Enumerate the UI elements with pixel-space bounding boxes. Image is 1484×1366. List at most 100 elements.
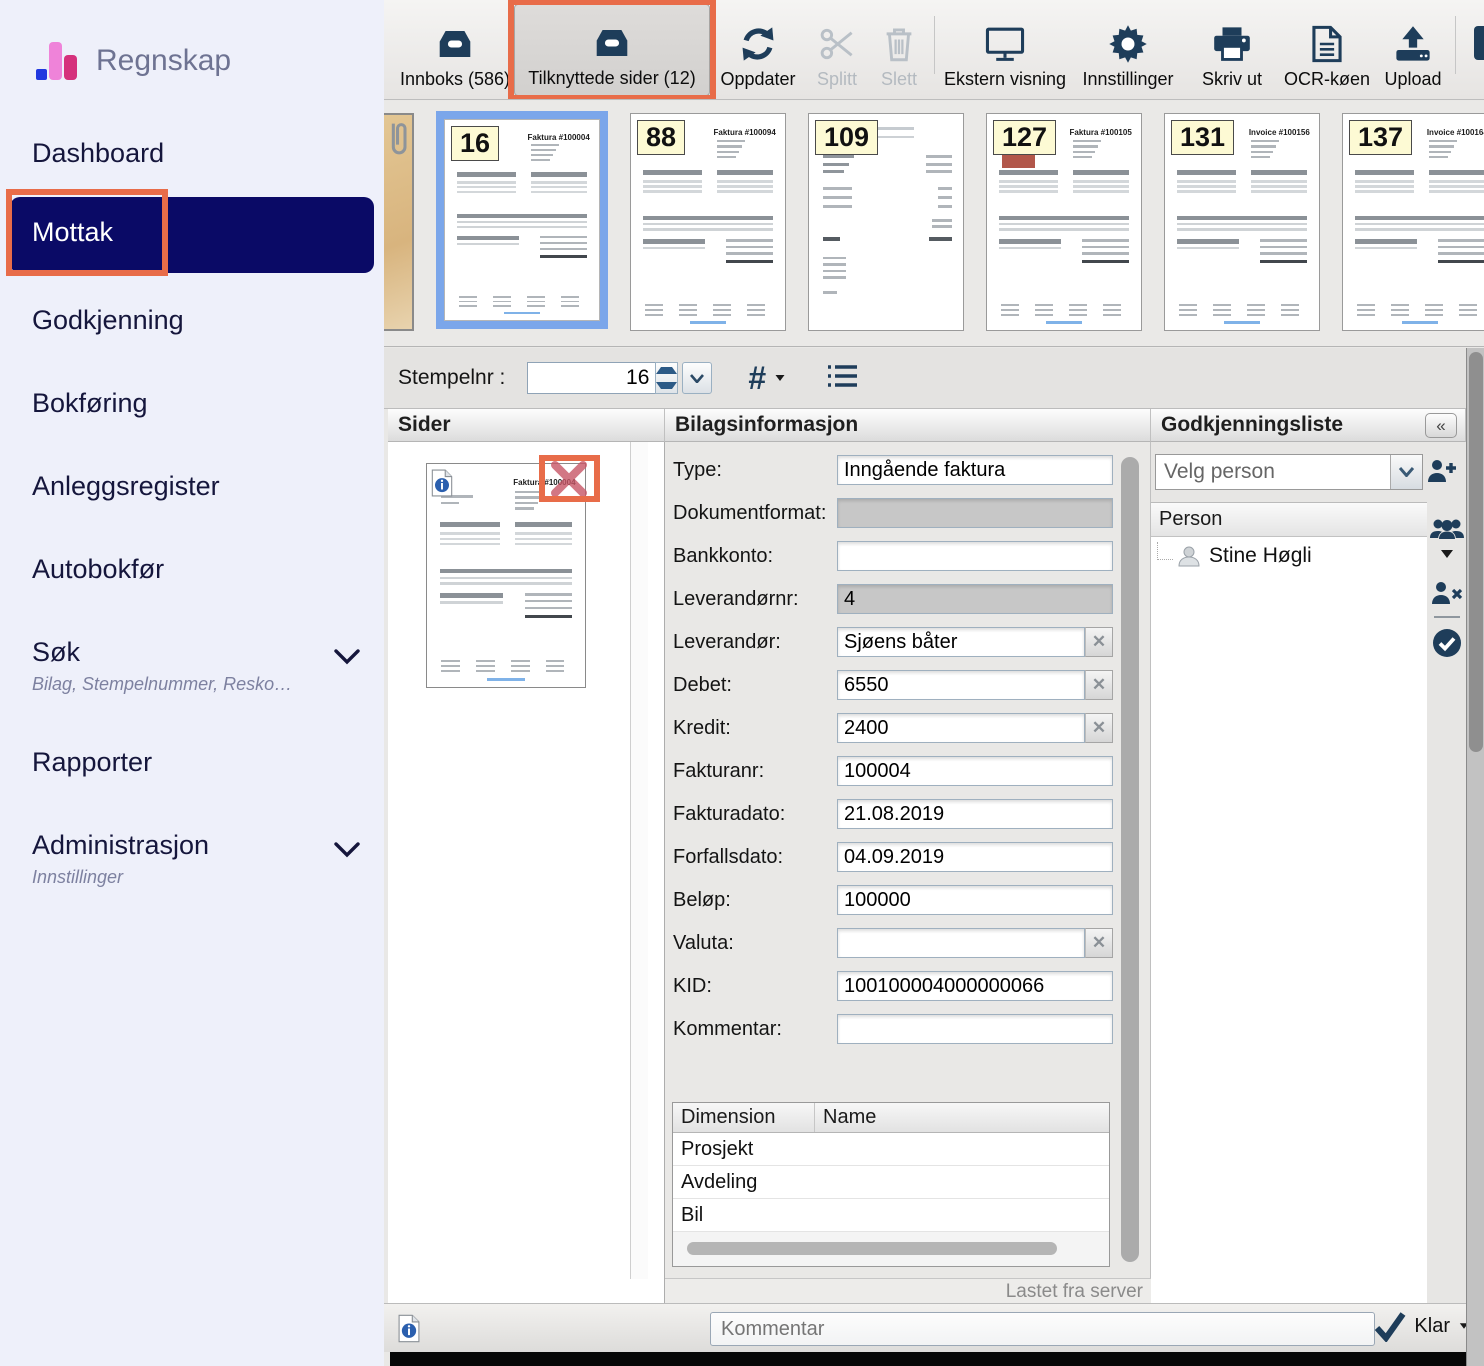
invoice-title: Faktura #100094 [714,128,776,137]
field-input-kid[interactable] [837,971,1113,1001]
toolbar-button-innstillinger[interactable]: Innstillinger [1071,4,1185,96]
toolbar-button-tilknyttede-sider-12[interactable]: Tilknyttede sider (12) [514,4,710,96]
person-list-item[interactable]: Stine Høgli [1151,537,1427,575]
dimension-row-prosjekt[interactable]: Prosjekt [673,1133,1109,1166]
clear-field-button[interactable]: ✕ [1085,713,1113,743]
info-page-icon [398,1314,420,1343]
toolbar-button-skriv-ut[interactable]: Skriv ut [1185,4,1279,96]
field-input-leverandr[interactable] [837,627,1085,657]
toolbar-button-innboks-586[interactable]: Innboks (586) [396,4,514,96]
toolbar-button-slett[interactable]: Slett [868,4,930,96]
chevron-down-icon [690,374,704,383]
field-input-kommentar[interactable] [837,1014,1113,1044]
invoice-title: Invoice #100156 [1249,128,1310,137]
selected-thumbnail-frame: 16Faktura #100004 [436,111,608,329]
document-thumbnail-137[interactable]: 137Invoice #100164 [1342,113,1484,331]
select-person-dropdown[interactable]: Velg person [1155,454,1423,490]
remove-person-button[interactable] [1431,580,1463,606]
dimension-column-header: Dimension [673,1103,815,1132]
delete-cross-icon[interactable] [547,459,591,499]
sider-scrollbar[interactable] [630,442,648,1279]
stamp-dropdown-button[interactable] [682,362,712,394]
dropdown-button[interactable] [1390,455,1422,489]
document-thumbnail-photo[interactable] [384,113,414,331]
clear-field-button[interactable]: ✕ [1085,670,1113,700]
sidebar-item-dashboard[interactable]: Dashboard [32,138,164,169]
field-label: Bankkonto: [673,545,837,568]
toolbar-divider [1455,16,1456,74]
field-input-kredit[interactable] [837,713,1085,743]
person-add-icon [1426,458,1458,484]
form-row: Leverandør:✕ [673,627,1113,657]
add-person-button[interactable] [1426,458,1458,484]
toolbar: Innboks (586)Tilknyttede sider (12)Oppda… [384,0,1484,100]
document-thumbnail-109[interactable]: 109 [808,113,964,331]
dimension-row-bil[interactable]: Bil [673,1199,1109,1232]
collapse-panel-button[interactable]: « [1425,413,1457,438]
bilagsinfo-panel-title: Bilagsinformasjon [675,413,858,437]
field-input-debet[interactable] [837,670,1085,700]
toolbar-button-ekstern-visning[interactable]: Ekstern visning [939,4,1071,96]
clear-field-button[interactable]: ✕ [1085,627,1113,657]
partial-toolbar-icon[interactable] [1474,26,1484,60]
sidebar-item-autobokfr[interactable]: Autobokfør [32,554,164,585]
form-row: Type: [673,455,1113,485]
dimension-table-footer [673,1232,1109,1266]
document-thumbnail-16[interactable]: 16Faktura #100004 [444,119,600,321]
hash-icon: # [748,360,766,397]
sidebar-item-godkjenning[interactable]: Godkjenning [32,305,184,336]
toolbar-button-label: OCR-køen [1284,69,1370,90]
document-thumbnail-88[interactable]: 88Faktura #100094 [630,113,786,331]
toolbar-button-oppdater[interactable]: Oppdater [710,4,806,96]
field-input-fakturanr[interactable] [837,756,1113,786]
comment-input[interactable] [710,1312,1375,1346]
field-input-fakturadato[interactable] [837,799,1113,829]
form-row: Bankkonto: [673,541,1113,571]
toolbar-button-label: Innboks (586) [400,69,510,90]
approve-button[interactable] [1432,628,1462,658]
chevron-down-icon [1399,467,1414,477]
checkmark-icon [1374,1310,1406,1342]
form-row: Fakturanr: [673,756,1113,786]
toolbar-button-ocr-k-en[interactable]: OCR-køen [1279,4,1375,96]
stepper-down-button[interactable] [656,378,677,393]
list-view-button[interactable] [826,363,858,394]
group-dropdown-caret[interactable] [1441,550,1453,558]
form-row: Dokumentformat: [673,498,1113,528]
toolbar-button-splitt[interactable]: Splitt [806,4,868,96]
monitor-icon [985,19,1025,69]
sidebar-item-mottak[interactable]: Mottak [10,197,374,273]
field-input-bankkonto[interactable] [837,541,1113,571]
sidebar-item-sk[interactable]: Søk [32,637,80,668]
document-thumbnail-131[interactable]: 131 Invoice #100156 [1164,113,1320,331]
clear-field-button[interactable]: ✕ [1085,928,1113,958]
sider-panel-header: Sider [388,409,665,442]
dimension-table-header: DimensionName [673,1103,1109,1133]
ready-button[interactable]: Klar [1374,1310,1470,1342]
sidebar-item-rapporter[interactable]: Rapporter [32,747,152,778]
field-input-valuta[interactable] [837,928,1085,958]
toolbar-button-upload[interactable]: Upload [1375,4,1451,96]
stamp-number-input[interactable] [527,362,655,394]
chevron-down-icon[interactable] [334,649,360,665]
add-group-button[interactable] [1430,516,1464,542]
sidebar-item-anleggsregister[interactable]: Anleggsregister [32,471,220,502]
window-scrollbar[interactable] [1466,348,1484,1366]
field-label: Kommentar: [673,1018,837,1041]
sidebar-item-administrasjon[interactable]: Administrasjon [32,830,209,861]
field-input-type[interactable] [837,455,1113,485]
chevron-down-icon[interactable] [334,842,360,858]
sidebar-item-bokfring[interactable]: Bokføring [32,388,148,419]
info-button[interactable] [398,1314,420,1348]
horizontal-scrollbar[interactable] [687,1242,1057,1255]
field-input-forfallsdato[interactable] [837,842,1113,872]
toolbar-button-label: Upload [1384,69,1441,90]
field-input-belp[interactable] [837,885,1113,915]
bilagsinfo-scrollbar[interactable] [1121,457,1139,1262]
document-thumbnail-127[interactable]: 127Faktura #100105 [986,113,1142,331]
dimension-row-avdeling[interactable]: Avdeling [673,1166,1109,1199]
form-row: Kommentar: [673,1014,1113,1044]
stamp-number-badge: 131 [1171,120,1234,155]
number-filter-button[interactable]: # [748,360,786,397]
stepper-up-button[interactable] [656,363,677,378]
